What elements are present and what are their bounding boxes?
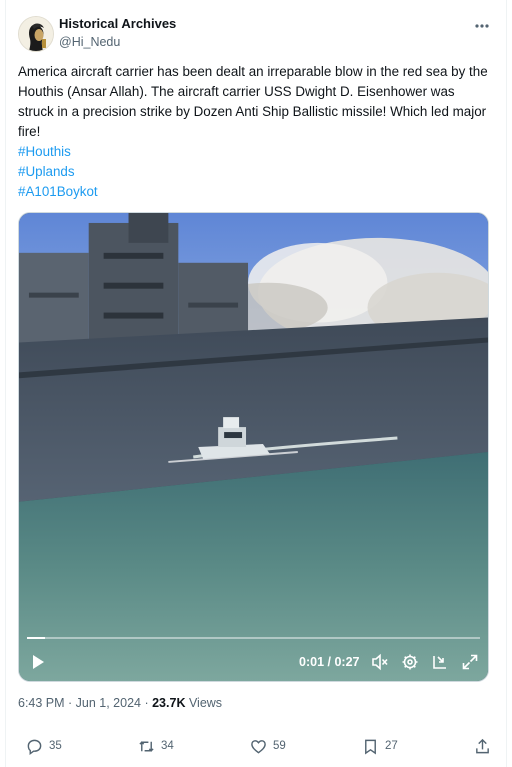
tweet-timestamp[interactable]: 6:43 PM · Jun 1, 2024 · <box>18 696 152 710</box>
tweet-actions: 35 34 59 27 <box>18 732 496 760</box>
like-button[interactable]: 59 <box>250 736 286 756</box>
settings-button[interactable] <box>401 653 419 671</box>
views-count: 23.7K <box>152 696 186 710</box>
hashtag-link[interactable]: #Uplands <box>18 162 494 182</box>
play-icon <box>33 655 44 669</box>
share-button[interactable] <box>474 736 497 756</box>
video-duration: 0:27 <box>334 655 360 669</box>
repost-icon <box>139 740 154 752</box>
more-horizontal-icon <box>475 24 489 28</box>
author-display-name[interactable]: Historical Archives <box>59 16 176 32</box>
mute-icon <box>372 653 388 671</box>
minimize-icon <box>433 656 446 669</box>
minimize-button[interactable] <box>431 653 449 671</box>
mute-button[interactable] <box>371 653 389 671</box>
settings-icon <box>402 654 418 670</box>
video-controls: 0:01 / 0:27 <box>19 645 488 681</box>
tweet-card: Historical Archives @Hi_Nedu America air… <box>5 0 507 767</box>
bookmark-count: 27 <box>385 740 398 752</box>
video-time: 0:01 / 0:27 <box>299 655 359 669</box>
video-player[interactable]: 0:01 / 0:27 <box>18 212 489 682</box>
tweet-meta: 6:43 PM · Jun 1, 2024 · 23.7K Views <box>18 696 222 710</box>
heart-icon <box>251 739 266 754</box>
repost-count: 34 <box>161 740 174 752</box>
play-button[interactable] <box>29 653 47 671</box>
tweet-header: Historical Archives @Hi_Nedu <box>18 14 496 54</box>
author-handle[interactable]: @Hi_Nedu <box>59 34 176 50</box>
reply-count: 35 <box>49 740 62 752</box>
views-label: Views <box>185 696 223 710</box>
fullscreen-icon <box>462 654 478 670</box>
video-progress-fill <box>27 637 46 639</box>
video-time-separator: / <box>324 655 335 669</box>
more-options-button[interactable] <box>472 18 492 34</box>
hashtag-link[interactable]: #Houthis <box>18 142 494 162</box>
fullscreen-button[interactable] <box>461 653 479 671</box>
reply-button[interactable]: 35 <box>26 736 62 756</box>
like-count: 59 <box>273 740 286 752</box>
portrait-avatar-icon <box>19 17 53 51</box>
tweet-body: America aircraft carrier has been dealt … <box>18 64 488 139</box>
video-current-time: 0:01 <box>299 655 325 669</box>
video-frame <box>19 213 488 681</box>
repost-button[interactable]: 34 <box>138 736 174 756</box>
share-icon <box>476 738 489 753</box>
tweet-text: America aircraft carrier has been dealt … <box>18 62 494 202</box>
avatar[interactable] <box>18 16 54 52</box>
hashtag-link[interactable]: #A101Boykot <box>18 182 494 202</box>
author-names: Historical Archives @Hi_Nedu <box>59 16 176 50</box>
bookmark-icon <box>365 739 376 754</box>
reply-icon <box>27 739 42 755</box>
bookmark-button[interactable]: 27 <box>362 736 398 756</box>
video-progress-bar[interactable] <box>27 637 480 639</box>
